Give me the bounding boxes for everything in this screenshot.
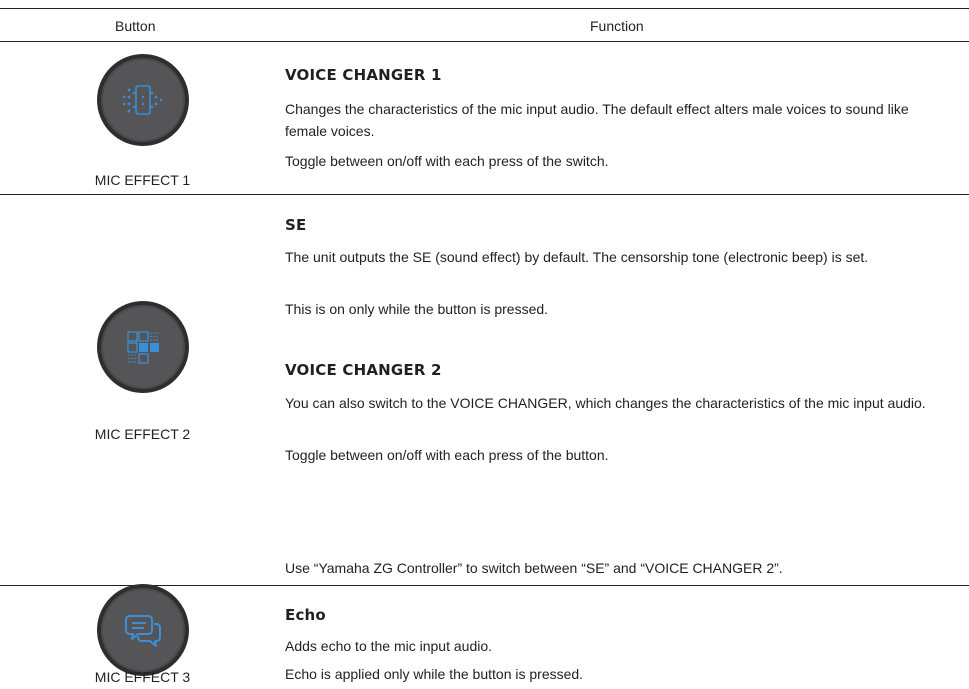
mic-effect-3-button[interactable] (96, 583, 190, 677)
section-text: This is on only while the button is pres… (285, 301, 549, 317)
mic-effect-3-caption: MIC EFFECT 3 (94, 669, 191, 685)
section-text: Changes the characteristics of the mic i… (285, 101, 909, 139)
table-row: MIC EFFECT 1 VOICE CHANGER 1 Changes the… (0, 41, 969, 194)
table-row: MIC EFFECT 3 Echo Adds echo to the mic i… (0, 583, 969, 689)
section-heading: VOICE CHANGER 2 (285, 361, 442, 379)
section-text: The unit outputs the SE (sound effect) b… (285, 249, 869, 265)
section-text: Toggle between on/off with each press of… (285, 153, 609, 169)
echo-speech-bubbles-icon (97, 584, 189, 676)
mic-effect-2-button[interactable] (96, 300, 190, 394)
voice-changer-icon (97, 54, 189, 146)
section-text: Adds echo to the mic input audio. (285, 638, 493, 654)
mic-effect-1-caption: MIC EFFECT 1 (94, 172, 191, 188)
mic-effect-2-caption: MIC EFFECT 2 (94, 426, 191, 442)
section-heading: VOICE CHANGER 1 (285, 66, 442, 84)
section-heading: SE (285, 216, 307, 234)
section-text: You can also switch to the VOICE CHANGER… (285, 395, 926, 411)
note-text: Use “Yamaha ZG Controller” to switch bet… (285, 560, 783, 576)
section-text: Toggle between on/off with each press of… (285, 447, 609, 463)
section-heading: Echo (285, 606, 326, 624)
table-row: MIC EFFECT 2 SE The unit outputs the SE … (0, 194, 969, 585)
column-header-button: Button (115, 18, 156, 34)
sound-effect-grid-icon (97, 301, 189, 393)
mic-effect-1-button[interactable] (96, 53, 190, 147)
column-header-function: Function (590, 18, 644, 34)
table-top-rule (0, 8, 969, 9)
section-text: Echo is applied only while the button is… (285, 666, 584, 682)
